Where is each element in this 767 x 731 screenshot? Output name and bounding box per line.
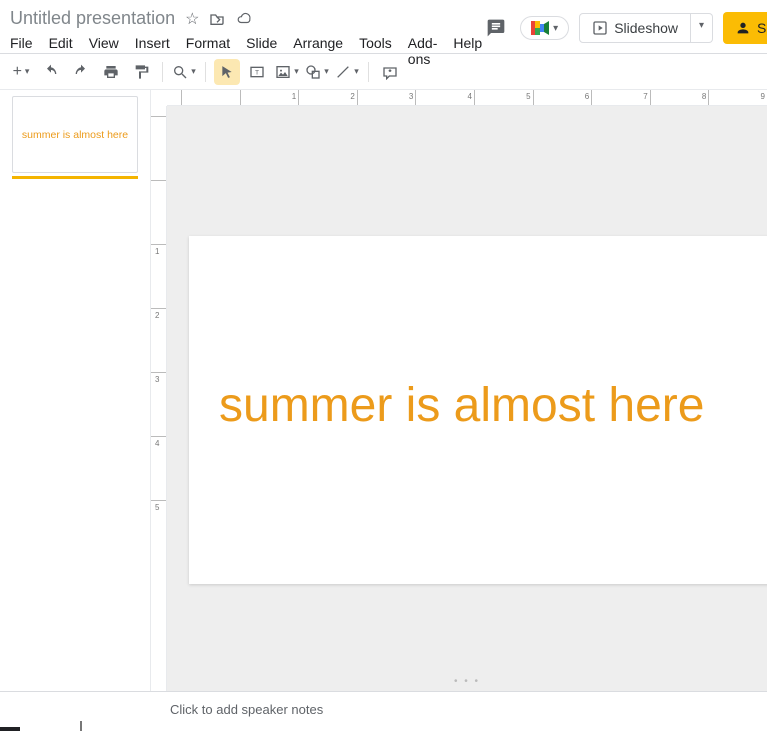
cloud-saved-icon[interactable] [235,12,253,26]
zoom-button[interactable]: ▾ [171,59,197,85]
slideshow-label: Slideshow [614,20,678,36]
notes-drag-handle[interactable]: • • • [454,676,480,687]
slide-canvas[interactable]: summer is almost here [189,236,767,584]
paint-format-button[interactable] [128,59,154,85]
shape-button[interactable]: ▾ [304,59,330,85]
thumbnail-selection-bar [12,176,138,179]
bottom-left-remnant [0,713,100,731]
toolbar-separator [368,62,369,82]
speaker-notes[interactable]: Click to add speaker notes [0,691,767,731]
play-rect-icon [592,20,608,36]
svg-text:T: T [255,69,259,76]
share-button[interactable]: Shar [723,12,767,44]
person-icon [735,20,751,36]
chevron-down-icon: ▾ [553,23,558,34]
textbox-button[interactable]: T [244,59,270,85]
image-button[interactable]: ▾ [274,59,300,85]
menu-addons[interactable]: Add-ons [408,35,438,67]
horizontal-ruler: 123456789 [167,90,767,106]
slide-title-text[interactable]: summer is almost here [219,378,704,433]
comment-button[interactable] [377,59,403,85]
move-icon[interactable] [209,11,225,27]
title-bar: Untitled presentation ☆ File Edit View I… [0,0,767,54]
print-button[interactable] [98,59,124,85]
slide-thumbnail-1[interactable]: summer is almost here [12,96,138,173]
star-icon[interactable]: ☆ [185,9,199,29]
line-button[interactable]: ▾ [334,59,360,85]
thumbnail-text: summer is almost here [22,129,128,141]
filmstrip: summer is almost here [0,90,150,691]
new-slide-button[interactable]: +▾ [8,59,34,85]
select-button[interactable] [214,59,240,85]
toolbar-separator [162,62,163,82]
undo-button[interactable] [38,59,64,85]
doc-title[interactable]: Untitled presentation [10,8,175,29]
meet-icon [531,21,549,35]
slideshow-button[interactable]: Slideshow [579,13,691,43]
slideshow-dropdown[interactable]: ▾ [691,13,713,43]
comments-icon[interactable] [482,14,510,42]
toolbar-separator [205,62,206,82]
vertical-ruler: 12345 [151,106,167,691]
redo-button[interactable] [68,59,94,85]
canvas-area[interactable]: summer is almost here • • • [167,106,767,691]
toolbar: +▾▾T▾▾▾ [0,54,767,90]
menu-help[interactable]: Help [453,35,482,67]
meet-button[interactable]: ▾ [520,16,569,40]
share-label: Shar [757,20,767,36]
